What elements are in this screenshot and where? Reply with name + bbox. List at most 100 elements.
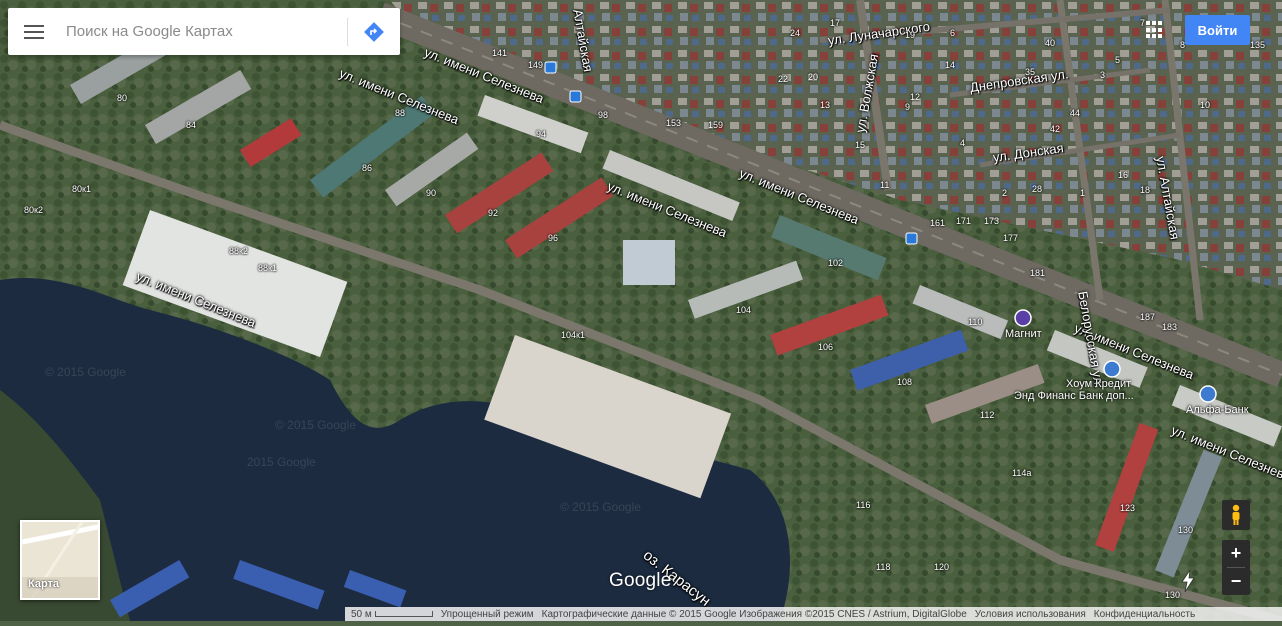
building-number: 102 xyxy=(828,258,844,268)
directions-icon xyxy=(364,21,384,42)
street-view-button[interactable] xyxy=(1222,500,1250,530)
apps-grid-icon[interactable] xyxy=(1146,21,1164,39)
building-number: 86 xyxy=(362,163,373,173)
block-school-56 xyxy=(623,240,675,285)
building-number: 94 xyxy=(536,129,547,139)
magnit-marker xyxy=(1014,309,1032,327)
building-number: 22 xyxy=(778,74,789,84)
search-input[interactable] xyxy=(60,11,347,52)
building-number: 96 xyxy=(548,233,559,243)
watermark: 2015 Google xyxy=(247,455,316,469)
poi-home-credit[interactable]: Хоум Кредит xyxy=(1066,378,1131,390)
building-number: 92 xyxy=(488,208,499,218)
building-number: 4 xyxy=(960,138,966,148)
building-number: 2 xyxy=(1002,188,1008,198)
building-number: 5 xyxy=(1115,55,1121,65)
attribution-text: Картографические данные © 2015 Google Из… xyxy=(541,608,967,620)
poi-alfa-bank[interactable]: Альфа-Банк xyxy=(1186,404,1249,416)
terms-link[interactable]: Условия использования xyxy=(975,609,1086,620)
building-number: 19 xyxy=(905,30,916,40)
building-number: 84 xyxy=(186,120,197,130)
building-number: 42 xyxy=(1050,124,1061,134)
zoom-out-button[interactable]: − xyxy=(1222,568,1250,595)
building-number: 20 xyxy=(808,72,819,82)
satellite-map[interactable]: ул. имени Селезнева ул. имени Селезнева … xyxy=(0,0,1282,626)
building-number: 181 xyxy=(1030,268,1046,278)
poi-end-finance[interactable]: Энд Финанс Банк доп... xyxy=(1014,390,1134,402)
watermark: © 2015 Google xyxy=(560,500,641,514)
building-number: 35 xyxy=(1025,67,1036,77)
google-logo: Google xyxy=(609,570,672,591)
building-number: 130 xyxy=(1178,525,1194,535)
lite-mode-link[interactable]: Упрощенный режим xyxy=(441,609,534,620)
building-number: 159 xyxy=(708,120,724,130)
building-number: 80к2 xyxy=(24,205,43,215)
building-number: 40 xyxy=(1045,38,1056,48)
building-number: 108 xyxy=(897,377,913,387)
building-number: 28 xyxy=(1032,184,1043,194)
building-number: 123 xyxy=(1120,503,1136,513)
alfa-bank-marker xyxy=(1199,385,1217,403)
building-number: 6 xyxy=(950,28,956,38)
building-number: 7 xyxy=(1140,18,1146,28)
building-number: 14 xyxy=(945,60,956,70)
poi-magnit[interactable]: Магнит xyxy=(1005,328,1042,340)
privacy-link[interactable]: Конфиденциальность xyxy=(1094,609,1195,620)
search-box xyxy=(8,8,400,55)
building-number: 177 xyxy=(1003,233,1019,243)
building-number: 116 xyxy=(856,500,871,510)
building-number: 135 xyxy=(1250,40,1266,50)
building-number: 118 xyxy=(876,562,891,572)
building-number: 171 xyxy=(956,216,972,226)
building-number: 80 xyxy=(117,93,128,103)
watermark: © 2015 Google xyxy=(45,365,126,379)
building-number: 110 xyxy=(968,317,983,327)
directions-button[interactable] xyxy=(348,8,400,55)
building-number: 3 xyxy=(1100,70,1106,80)
scale-label[interactable]: 50 м xyxy=(351,609,372,620)
building-number: 18 xyxy=(1140,185,1151,195)
footer-bar: 50 м Упрощенный режим Картографические д… xyxy=(345,607,1282,621)
signin-button[interactable]: Войти xyxy=(1185,15,1250,45)
hamburger-icon xyxy=(24,24,44,39)
building-number: 88 xyxy=(395,108,406,118)
building-number: 104к1 xyxy=(561,330,585,340)
building-number: 10 xyxy=(1200,100,1211,110)
scale-bar xyxy=(374,611,433,617)
layer-label: Карта xyxy=(28,578,60,590)
building-number: 80к1 xyxy=(72,184,91,194)
building-number: 187 xyxy=(1140,312,1156,322)
building-number: 173 xyxy=(984,216,1000,226)
lite-mode-bolt-icon[interactable] xyxy=(1180,569,1196,593)
building-number: 1 xyxy=(1080,188,1086,198)
layer-switcher[interactable]: Карта xyxy=(20,520,100,600)
building-number: 12 xyxy=(910,92,921,102)
building-number: 153 xyxy=(666,118,682,128)
building-number: 98 xyxy=(598,110,609,120)
building-number: 11 xyxy=(880,180,890,190)
building-number: 24 xyxy=(790,28,801,38)
building-number: 130 xyxy=(1165,590,1181,600)
zoom-control: + − xyxy=(1222,540,1250,595)
building-number: 15 xyxy=(855,140,866,150)
building-number: 13 xyxy=(820,100,831,110)
building-number: 161 xyxy=(930,218,946,228)
building-number: 183 xyxy=(1162,322,1178,332)
building-number: 88к1 xyxy=(258,263,277,273)
building-number: 88к2 xyxy=(229,246,248,256)
building-number: 141 xyxy=(492,48,508,58)
building-number: 44 xyxy=(1070,108,1081,118)
building-number: 16 xyxy=(1118,170,1129,180)
watermark: © 2015 Google xyxy=(275,418,356,432)
building-number: 112 xyxy=(980,410,995,420)
pegman-icon xyxy=(1232,504,1240,525)
menu-button[interactable] xyxy=(8,8,60,55)
building-number: 17 xyxy=(830,18,841,28)
building-number: 114а xyxy=(1012,468,1032,478)
building-number: 104 xyxy=(736,305,752,315)
zoom-in-button[interactable]: + xyxy=(1222,540,1250,567)
building-number: 149 xyxy=(528,60,544,70)
home-credit-marker xyxy=(1103,360,1121,378)
building-number: 106 xyxy=(818,342,834,352)
building-number: 9 xyxy=(905,102,911,112)
